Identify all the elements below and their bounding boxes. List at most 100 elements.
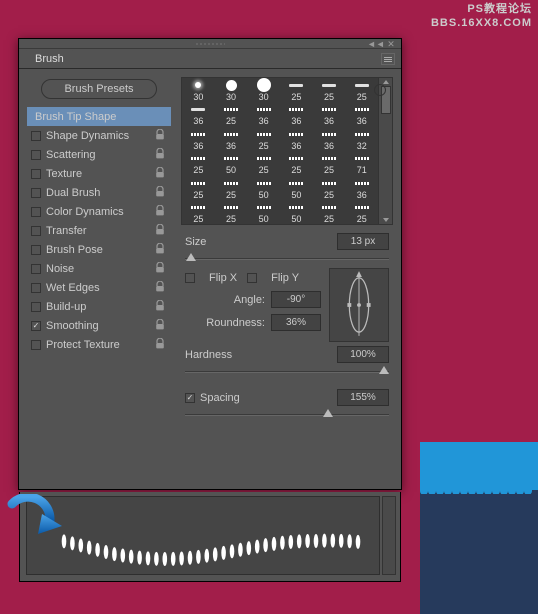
brush-thumb[interactable]: 25 (215, 201, 248, 226)
sidebar-item-brush-pose[interactable]: Brush Pose (27, 240, 171, 259)
brush-tab[interactable]: Brush (25, 50, 74, 68)
brush-thumb[interactable]: 25 (182, 176, 215, 201)
sidebar-checkbox[interactable] (31, 150, 41, 160)
flipy-checkbox[interactable] (247, 273, 257, 283)
panel-grip[interactable]: ◄◄ ✕ (19, 39, 401, 49)
brush-thumb[interactable]: 25 (313, 176, 346, 201)
lock-icon[interactable] (155, 319, 165, 330)
angle-visualizer[interactable] (329, 268, 389, 342)
hardness-value[interactable]: 100% (337, 346, 389, 363)
brush-thumb[interactable]: 36 (182, 103, 215, 128)
brush-thumb[interactable]: 25 (182, 152, 215, 177)
lock-icon[interactable] (155, 167, 165, 178)
lock-icon[interactable] (155, 186, 165, 197)
sidebar-item-color-dynamics[interactable]: Color Dynamics (27, 202, 171, 221)
thumb-scrollbar[interactable] (378, 78, 392, 224)
lock-icon[interactable] (155, 281, 165, 292)
brush-thumb-label: 25 (357, 214, 367, 224)
brush-panel: ◄◄ ✕ Brush Brush Presets Brush Tip Shape… (18, 38, 402, 490)
brush-thumb[interactable]: 25 (215, 103, 248, 128)
sidebar-checkbox[interactable] (31, 340, 41, 350)
spacing-value[interactable]: 155% (337, 389, 389, 406)
preview-scrollbar[interactable] (382, 496, 396, 575)
brush-thumb[interactable]: 36 (280, 103, 313, 128)
sidebar-checkbox[interactable] (31, 302, 41, 312)
sidebar-checkbox[interactable] (31, 264, 41, 274)
sidebar-checkbox[interactable] (31, 226, 41, 236)
brush-thumb[interactable]: 32 (345, 127, 378, 152)
brush-thumb[interactable]: 71 (345, 152, 378, 177)
roundness-value[interactable]: 36% (271, 314, 321, 331)
lock-icon[interactable] (155, 262, 165, 273)
sidebar-checkbox[interactable] (31, 131, 41, 141)
brush-thumb[interactable]: 36 (182, 127, 215, 152)
brush-thumbnail-grid[interactable]: 3030302525253625363636363636253636322550… (181, 77, 393, 225)
brush-thumb[interactable]: 36 (313, 127, 346, 152)
lock-icon[interactable] (155, 300, 165, 311)
sidebar-checkbox[interactable] (31, 207, 41, 217)
brush-thumb[interactable]: 25 (247, 152, 280, 177)
brush-size-picker-icon[interactable] (374, 84, 386, 96)
scroll-down-icon[interactable] (383, 218, 389, 222)
brush-thumb[interactable]: 25 (313, 201, 346, 226)
sidebar-checkbox[interactable] (31, 169, 41, 179)
sidebar-item-brush-tip-shape[interactable]: Brush Tip Shape (27, 107, 171, 126)
lock-icon[interactable] (155, 148, 165, 159)
sidebar-checkbox[interactable] (31, 188, 41, 198)
sidebar-item-protect-texture[interactable]: Protect Texture (27, 335, 171, 354)
sidebar-checkbox[interactable] (31, 245, 41, 255)
sidebar-item-wet-edges[interactable]: Wet Edges (27, 278, 171, 297)
brush-thumb[interactable]: 36 (313, 103, 346, 128)
brush-thumb[interactable]: 25 (182, 201, 215, 226)
sidebar-item-build-up[interactable]: Build-up (27, 297, 171, 316)
brush-thumb[interactable]: 25 (280, 152, 313, 177)
flipx-checkbox[interactable] (185, 273, 195, 283)
brush-thumb[interactable]: 25 (313, 152, 346, 177)
sidebar-item-dual-brush[interactable]: Dual Brush (27, 183, 171, 202)
brush-thumb[interactable]: 25 (313, 78, 346, 103)
stroke-preview-wave (58, 530, 368, 570)
brush-presets-button[interactable]: Brush Presets (41, 79, 157, 99)
brush-thumb[interactable]: 50 (247, 176, 280, 201)
brush-thumb[interactable]: 36 (345, 103, 378, 128)
brush-thumb[interactable]: 30 (215, 78, 248, 103)
brush-thumb[interactable]: 36 (345, 176, 378, 201)
brush-thumb[interactable]: 25 (345, 201, 378, 226)
lock-icon[interactable] (155, 338, 165, 349)
brush-thumb[interactable]: 50 (247, 201, 280, 226)
lock-icon[interactable] (155, 129, 165, 140)
brush-thumb[interactable]: 30 (247, 78, 280, 103)
brush-thumb[interactable]: 50 (280, 176, 313, 201)
sidebar-item-scattering[interactable]: Scattering (27, 145, 171, 164)
sidebar-item-shape-dynamics[interactable]: Shape Dynamics (27, 126, 171, 145)
brush-thumb-label: 25 (324, 190, 334, 200)
brush-thumb[interactable]: 50 (280, 201, 313, 226)
size-slider[interactable] (185, 252, 389, 266)
scroll-up-icon[interactable] (383, 80, 389, 84)
size-value[interactable]: 13 px (337, 233, 389, 250)
brush-thumb[interactable]: 50 (215, 152, 248, 177)
sidebar-item-texture[interactable]: Texture (27, 164, 171, 183)
brush-thumb[interactable]: 30 (182, 78, 215, 103)
lock-icon[interactable] (155, 243, 165, 254)
brush-thumb[interactable]: 25 (215, 176, 248, 201)
sidebar-checkbox[interactable] (31, 321, 41, 331)
sidebar-item-smoothing[interactable]: Smoothing (27, 316, 171, 335)
brush-thumb[interactable]: 36 (280, 127, 313, 152)
brush-thumb[interactable]: 25 (247, 127, 280, 152)
brush-thumb[interactable]: 36 (247, 103, 280, 128)
sidebar-checkbox[interactable] (31, 283, 41, 293)
angle-value[interactable]: -90° (271, 291, 321, 308)
sidebar-item-transfer[interactable]: Transfer (27, 221, 171, 240)
brush-thumb[interactable]: 25 (280, 78, 313, 103)
spacing-slider[interactable] (185, 408, 389, 422)
hardness-slider[interactable] (185, 365, 389, 379)
spacing-checkbox[interactable] (185, 393, 195, 403)
lock-icon[interactable] (155, 205, 165, 216)
lock-icon[interactable] (155, 224, 165, 235)
sidebar-item-noise[interactable]: Noise (27, 259, 171, 278)
panel-menu-icon[interactable] (381, 53, 395, 65)
brush-thumb[interactable]: 36 (215, 127, 248, 152)
collapse-icon[interactable]: ◄◄ (367, 39, 379, 49)
close-icon[interactable]: ✕ (385, 39, 397, 49)
